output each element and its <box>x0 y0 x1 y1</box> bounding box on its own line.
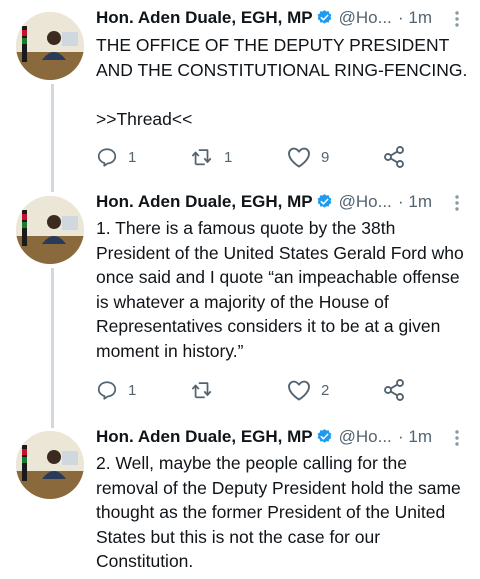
tweet[interactable]: Hon. Aden Duale, EGH, MP @Ho... · 1m 1. T… <box>0 186 480 426</box>
share-icon <box>384 146 404 168</box>
tweet-text: 1. There is a famous quote by the 38th P… <box>96 218 469 361</box>
reply-button[interactable]: 1 <box>96 143 136 171</box>
verified-badge-icon <box>316 193 333 215</box>
like-button[interactable]: 2 <box>287 376 329 404</box>
reply-icon <box>97 381 117 400</box>
like-count: 9 <box>321 148 330 166</box>
verified-badge-icon <box>316 9 333 31</box>
reply-count: 1 <box>128 381 137 399</box>
author-name[interactable]: Hon. Aden Duale, EGH, MP <box>96 427 313 446</box>
heart-icon <box>288 147 310 168</box>
avatar[interactable] <box>16 12 84 80</box>
verified-badge-icon <box>316 428 333 450</box>
tweet-text: THE OFFICE OF THE DEPUTY PRESIDENT AND T… <box>96 35 468 129</box>
tweet-actions: 1 1 9 <box>96 143 468 171</box>
timestamp[interactable]: · 1m <box>398 192 432 212</box>
avatar[interactable] <box>16 431 84 499</box>
retweet-button[interactable] <box>190 376 214 404</box>
tweet-header: Hon. Aden Duale, EGH, MP @Ho... · 1m <box>96 192 470 216</box>
tweet[interactable]: Hon. Aden Duale, EGH, MP @Ho... · 1m 2. W… <box>0 426 480 579</box>
reply-icon <box>97 148 117 167</box>
author-handle[interactable]: @Ho... <box>339 8 392 27</box>
share-button[interactable] <box>382 376 406 404</box>
timestamp[interactable]: · 1m <box>398 427 432 447</box>
more-vertical-icon[interactable] <box>454 10 460 33</box>
reply-count: 1 <box>128 148 137 166</box>
author-name[interactable]: Hon. Aden Duale, EGH, MP <box>96 8 313 27</box>
heart-icon <box>288 380 310 401</box>
like-count: 2 <box>321 381 330 399</box>
share-icon <box>384 379 404 401</box>
author-handle[interactable]: @Ho... <box>339 427 392 446</box>
reply-button[interactable]: 1 <box>96 376 136 404</box>
share-button[interactable] <box>382 143 406 171</box>
tweet[interactable]: Hon. Aden Duale, EGH, MP @Ho... · 1m THE … <box>0 0 480 186</box>
avatar[interactable] <box>16 196 84 264</box>
retweet-button[interactable]: 1 <box>190 143 232 171</box>
author-handle[interactable]: @Ho... <box>339 192 392 211</box>
tweet-text: 2. Well, maybe the people calling for th… <box>96 453 466 571</box>
like-button[interactable]: 9 <box>287 143 329 171</box>
more-vertical-icon[interactable] <box>454 194 460 217</box>
tweet-header: Hon. Aden Duale, EGH, MP @Ho... · 1m <box>96 427 470 451</box>
more-vertical-icon[interactable] <box>454 429 460 452</box>
retweet-count: 1 <box>224 148 233 166</box>
retweet-icon <box>191 382 212 399</box>
author-name[interactable]: Hon. Aden Duale, EGH, MP <box>96 192 313 211</box>
timestamp[interactable]: · 1m <box>398 8 432 28</box>
tweet-actions: 1 2 <box>96 376 468 404</box>
tweet-header: Hon. Aden Duale, EGH, MP @Ho... · 1m <box>96 8 470 32</box>
retweet-icon <box>191 149 212 166</box>
